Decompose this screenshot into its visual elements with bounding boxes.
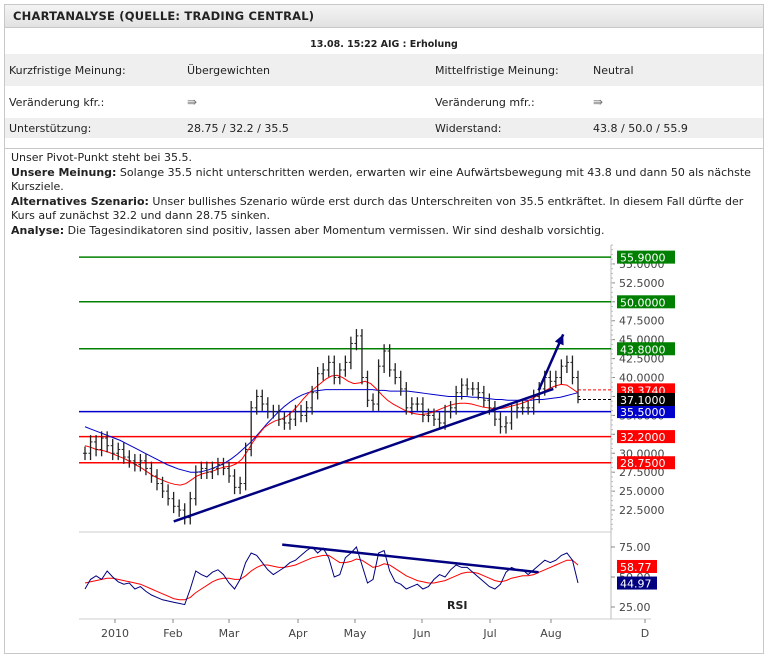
level-badge-label: 35.5000 bbox=[620, 406, 666, 419]
rsi-tick-label: 75.00 bbox=[619, 541, 651, 554]
alternativ-label: Alternatives Szenario: bbox=[11, 194, 149, 208]
time-tick-label: Mar bbox=[219, 627, 240, 640]
price-badge-label: 37.1000 bbox=[620, 394, 666, 407]
support-value: 28.75 / 32.2 / 35.5 bbox=[183, 118, 431, 138]
analysis-subheader: 13.08. 15:22 AIG : Erholung bbox=[310, 39, 458, 50]
resistance-value: 43.8 / 50.0 / 55.9 bbox=[589, 118, 763, 138]
time-tick-label: Aug bbox=[540, 627, 561, 640]
time-tick-label: May bbox=[344, 627, 367, 640]
pivot-text: Unser Pivot-Punkt steht bei 35.5. bbox=[11, 151, 192, 164]
price-tick-label: 52.5000 bbox=[619, 277, 665, 290]
price-tick-label: 47.5000 bbox=[619, 315, 665, 328]
moving-average-blue bbox=[84, 389, 579, 473]
rsi-signal-line bbox=[84, 554, 579, 601]
mittel-value: Neutral bbox=[589, 54, 763, 86]
time-tick-label: Jul bbox=[482, 627, 496, 640]
level-badge-label: 55.9000 bbox=[620, 252, 666, 265]
rsi-label: RSI bbox=[447, 599, 468, 612]
chart-analysis-panel: CHARTANALYSE (QUELLE: TRADING CENTRAL) 1… bbox=[4, 4, 764, 654]
level-badge-label: 50.0000 bbox=[620, 296, 666, 309]
time-tick-label: 2010 bbox=[101, 627, 129, 640]
analyse-text: Die Tagesindikatoren sind positiv, lasse… bbox=[64, 223, 605, 237]
support-label: Unterstützung: bbox=[5, 118, 183, 138]
kurz-label: Kurzfristige Meinung: bbox=[5, 54, 183, 86]
rsi-line bbox=[84, 546, 579, 606]
price-tick-label: 25.0000 bbox=[619, 485, 665, 498]
veraenderung-kfr-label: Veränderung kfr.: bbox=[5, 86, 183, 118]
kurz-value: Übergewichten bbox=[183, 54, 431, 86]
level-badge-label: 28.7500 bbox=[620, 457, 666, 470]
rsi-tick-label: 25.00 bbox=[619, 601, 651, 614]
analysis-text: Unser Pivot-Punkt steht bei 35.5. Unsere… bbox=[5, 148, 763, 238]
time-tick-label: D bbox=[641, 627, 649, 640]
rsi-divergence-line bbox=[282, 543, 539, 574]
right-arrow-icon: ⇛ bbox=[593, 94, 604, 109]
rsi-badge-label: 58.77 bbox=[620, 561, 652, 574]
mittel-label: Mittelfristige Meinung: bbox=[431, 54, 589, 86]
opinion-table: Kurzfristige Meinung: Übergewichten Mitt… bbox=[5, 54, 763, 138]
level-badge-label: 32.2000 bbox=[620, 431, 666, 444]
meinung-label: Unsere Meinung: bbox=[11, 165, 117, 179]
time-tick-label: Jun bbox=[412, 627, 430, 640]
analyse-label: Analyse: bbox=[11, 223, 65, 237]
veraenderung-mfr-label: Veränderung mfr.: bbox=[431, 86, 589, 118]
meinung-text: Solange 35.5 nicht unterschritten werden… bbox=[11, 165, 751, 194]
price-tick-label: 40.0000 bbox=[619, 372, 665, 385]
panel-title: CHARTANALYSE (QUELLE: TRADING CENTRAL) bbox=[5, 5, 763, 28]
time-tick-label: Feb bbox=[163, 627, 182, 640]
price-tick-label: 22.5000 bbox=[619, 504, 665, 517]
rsi-badge-label: 44.97 bbox=[620, 578, 652, 591]
moving-average-red bbox=[84, 374, 579, 486]
time-tick-label: Apr bbox=[288, 627, 308, 640]
right-arrow-icon: ⇛ bbox=[187, 94, 198, 109]
resistance-label: Widerstand: bbox=[431, 118, 589, 138]
support-trendline bbox=[173, 387, 554, 523]
level-badge-label: 43.8000 bbox=[620, 343, 666, 356]
price-chart: 55.000052.500050.000047.500045.000042.50… bbox=[79, 244, 675, 640]
